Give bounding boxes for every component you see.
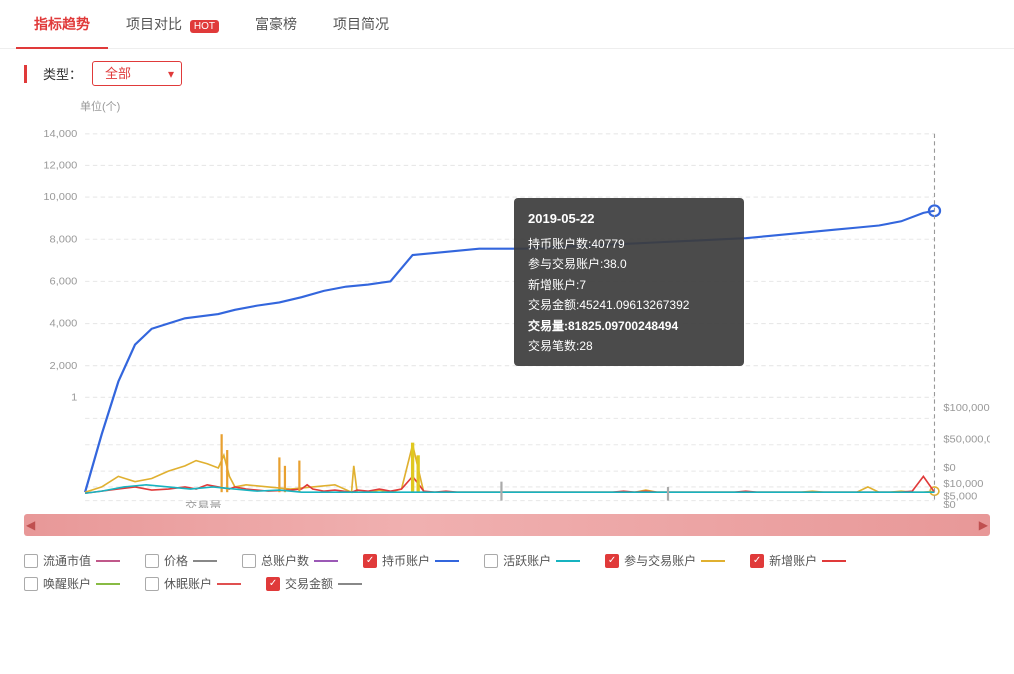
svg-text:$0: $0 xyxy=(943,499,955,508)
legend-checkbox-active-accounts[interactable] xyxy=(484,554,498,568)
legend-item-new-accounts[interactable]: 新增账户 xyxy=(750,552,851,569)
legend-label-trade-amount: 交易金额 xyxy=(285,575,333,592)
legend-item-trade-amount[interactable]: 交易金额 xyxy=(266,575,367,592)
tab-rich-list[interactable]: 富豪榜 xyxy=(237,0,315,48)
legend-item-sleep-accounts[interactable]: 休眠账户 xyxy=(145,575,246,592)
legend-line-dormant-accounts xyxy=(96,583,120,585)
legend-line-coin-accounts xyxy=(435,560,459,562)
legend-checkbox-coin-accounts[interactable] xyxy=(363,554,377,568)
legend-line-trade-amount xyxy=(338,583,362,585)
chart-unit-label: 单位(个) xyxy=(80,98,990,114)
legend-label-new-accounts: 新增账户 xyxy=(769,552,817,569)
legend-item-dormant-accounts[interactable]: 唤醒账户 xyxy=(24,575,125,592)
legend-label-active-accounts: 活跃账户 xyxy=(503,552,551,569)
hot-badge: HOT xyxy=(190,20,219,33)
svg-text:$10,000: $10,000 xyxy=(943,478,983,490)
scrollbar-thumb[interactable] xyxy=(24,514,990,536)
type-select-wrapper[interactable]: 全部 主网 测试网 xyxy=(92,61,182,86)
legend-label-market-cap: 流通市值 xyxy=(43,552,91,569)
tab-project-compare[interactable]: 项目对比 HOT xyxy=(108,0,237,48)
chart-container: 单位(个) .grid-line { stroke: #e8e8e8; stro… xyxy=(0,98,1014,508)
filter-label: 类型： xyxy=(43,64,82,83)
legend-checkbox-new-accounts[interactable] xyxy=(750,554,764,568)
legend-label-coin-accounts: 持币账户 xyxy=(382,552,430,569)
legend-checkbox-trade-accounts[interactable] xyxy=(605,554,619,568)
nav-tabs: 指标趋势 项目对比 HOT 富豪榜 项目简况 xyxy=(0,0,1014,49)
legend-checkbox-dormant-accounts[interactable] xyxy=(24,577,38,591)
chart-wrapper: .grid-line { stroke: #e8e8e8; stroke-wid… xyxy=(24,118,990,508)
legend-row-2: 唤醒账户 休眠账户 交易金额 xyxy=(24,575,990,592)
legend-row-1: 流通市值 价格 总账户数 持币账户 活跃账户 参与 xyxy=(24,552,990,569)
legend-label-price: 价格 xyxy=(164,552,188,569)
svg-text:12,000: 12,000 xyxy=(43,160,77,172)
legend-line-market-cap xyxy=(96,560,120,562)
svg-text:2,000: 2,000 xyxy=(50,360,78,372)
type-select[interactable]: 全部 主网 测试网 xyxy=(92,61,182,86)
legend-checkbox-trade-amount[interactable] xyxy=(266,577,280,591)
svg-text:$50,000,000: $50,000,000 xyxy=(943,434,990,446)
legend-label-trade-accounts: 参与交易账户 xyxy=(624,552,696,569)
legend-label-total-accounts: 总账户数 xyxy=(261,552,309,569)
legend-line-active-accounts xyxy=(556,560,580,562)
legend-checkbox-total-accounts[interactable] xyxy=(242,554,256,568)
legend-line-new-accounts xyxy=(822,560,846,562)
legend-item-coin-accounts[interactable]: 持币账户 xyxy=(363,552,464,569)
filter-accent xyxy=(24,65,27,83)
svg-text:6,000: 6,000 xyxy=(50,276,78,288)
svg-text:$0: $0 xyxy=(943,462,955,474)
legend-item-trade-accounts[interactable]: 参与交易账户 xyxy=(605,552,730,569)
legend-checkbox-price[interactable] xyxy=(145,554,159,568)
svg-text:$100,000,000: $100,000,000 xyxy=(943,402,990,414)
svg-text:8,000: 8,000 xyxy=(50,234,78,246)
legend-checkbox-market-cap[interactable] xyxy=(24,554,38,568)
tab-indicator-trend[interactable]: 指标趋势 xyxy=(16,0,108,48)
legend-line-total-accounts xyxy=(314,560,338,562)
svg-text:4,000: 4,000 xyxy=(50,318,78,330)
legend-item-price[interactable]: 价格 xyxy=(145,552,222,569)
svg-text:1: 1 xyxy=(71,392,77,404)
legend-area: 流通市值 价格 总账户数 持币账户 活跃账户 参与 xyxy=(0,542,1014,602)
svg-text:10,000: 10,000 xyxy=(43,191,77,203)
tab-project-overview[interactable]: 项目简况 xyxy=(315,0,407,48)
chart-svg: .grid-line { stroke: #e8e8e8; stroke-wid… xyxy=(24,118,990,508)
legend-label-sleep-accounts: 休眠账户 xyxy=(164,575,212,592)
filter-row: 类型： 全部 主网 测试网 xyxy=(0,49,1014,98)
legend-item-market-cap[interactable]: 流通市值 xyxy=(24,552,125,569)
legend-label-dormant-accounts: 唤醒账户 xyxy=(43,575,91,592)
legend-line-trade-accounts xyxy=(701,560,725,562)
legend-line-price xyxy=(193,560,217,562)
svg-text:交易量: 交易量 xyxy=(185,499,222,508)
legend-line-sleep-accounts xyxy=(217,583,241,585)
legend-item-active-accounts[interactable]: 活跃账户 xyxy=(484,552,585,569)
svg-text:14,000: 14,000 xyxy=(43,128,77,140)
legend-checkbox-sleep-accounts[interactable] xyxy=(145,577,159,591)
scroll-left-arrow[interactable]: ◀ xyxy=(26,518,35,532)
scroll-right-arrow[interactable]: ▶ xyxy=(979,518,988,532)
legend-item-total-accounts[interactable]: 总账户数 xyxy=(242,552,343,569)
chart-scrollbar[interactable]: ◀ ▶ xyxy=(24,514,990,536)
